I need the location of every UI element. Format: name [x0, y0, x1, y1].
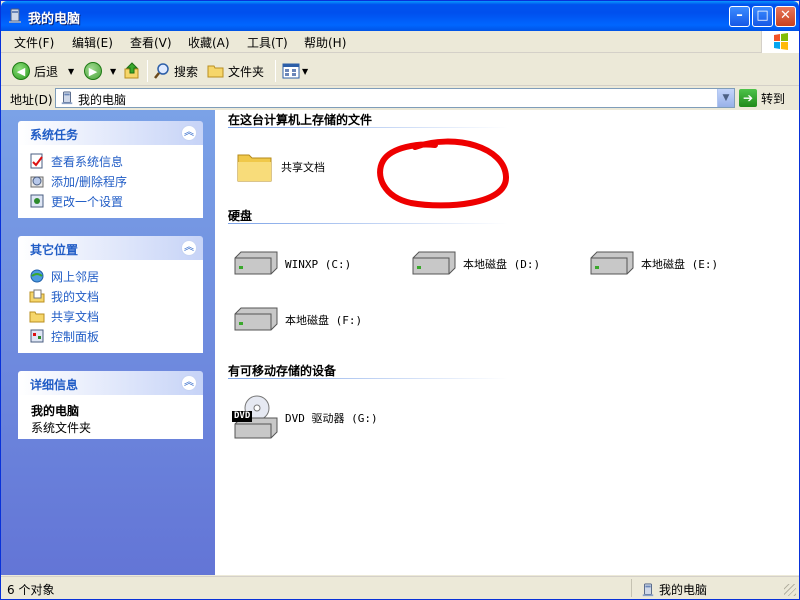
- minimize-button[interactable]: –: [729, 6, 750, 27]
- control-panel-icon: [30, 194, 44, 208]
- title-bar[interactable]: 我的电脑 – □ ✕: [1, 1, 799, 31]
- up-button[interactable]: [123, 60, 141, 82]
- system-info-icon: [30, 153, 43, 169]
- task-pane: 系统任务 ︽ 查看系统信息 添加/删除程序 更改一个设置 其它位置 ︽ 网上邻居…: [1, 110, 215, 575]
- drive-e-item[interactable]: 本地磁盘 (E:): [587, 248, 718, 280]
- network-icon: [30, 269, 44, 283]
- menu-edit[interactable]: 编辑(E): [72, 34, 113, 51]
- address-bar: 地址(D) 我的电脑 ▼ ➔ 转到: [1, 87, 799, 109]
- drive-f-item[interactable]: 本地磁盘 (F:): [231, 304, 362, 336]
- other-places-panel: 其它位置 ︽ 网上邻居 我的文档 共享文档 控制面板: [18, 236, 203, 353]
- toolbar: ◀ 后退 ▼ ▶ ▼ 搜索 文件夹 ▼: [1, 54, 799, 86]
- object-count: 6 个对象: [7, 583, 55, 597]
- panel-header[interactable]: 详细信息 ︽: [18, 371, 203, 395]
- resize-grip[interactable]: [784, 584, 796, 596]
- dvd-drive-item[interactable]: DVD DVD 驱动器 (G:): [231, 394, 378, 442]
- address-label: 地址(D): [10, 93, 53, 107]
- details-panel: 详细信息 ︽ 我的电脑 系统文件夹: [18, 371, 203, 439]
- group-header-removable: 有可移动存储的设备: [228, 364, 337, 378]
- panel-header[interactable]: 其它位置 ︽: [18, 236, 203, 260]
- folder-icon: [237, 154, 272, 182]
- menu-view[interactable]: 查看(V): [130, 34, 172, 51]
- detail-description: 系统文件夹: [31, 421, 92, 435]
- menu-favorites[interactable]: 收藏(A): [188, 34, 230, 51]
- hard-disk-icon: [412, 251, 456, 275]
- control-panel-icon: [30, 329, 44, 343]
- system-tasks-panel: 系统任务 ︽ 查看系统信息 添加/删除程序 更改一个设置: [18, 121, 203, 218]
- menu-help[interactable]: 帮助(H): [304, 34, 346, 51]
- forward-button[interactable]: ▶ ▼: [84, 60, 116, 82]
- hard-disk-icon: [590, 251, 634, 275]
- window-title: 我的电脑: [28, 12, 81, 27]
- group-header-hard-disks: 硬盘: [228, 209, 253, 223]
- back-button[interactable]: ◀ 后退 ▼: [12, 60, 74, 82]
- windows-flag-icon: [774, 33, 788, 50]
- go-button[interactable]: ➔ 转到: [739, 88, 785, 108]
- file-view: 在这台计算机上存储的文件 共享文档 硬盘 WINXP (C:) 本地磁盘 (D:…: [215, 110, 799, 575]
- documents-folder-icon: [29, 289, 45, 303]
- place-control-panel[interactable]: 控制面板: [29, 326, 192, 346]
- hard-disk-icon: [234, 307, 278, 331]
- collapse-chevron-icon[interactable]: ︽: [181, 375, 197, 391]
- folder-icon: [207, 65, 224, 78]
- folder-icon: [29, 311, 45, 323]
- dvd-drive-icon: DVD: [231, 394, 279, 442]
- search-icon: [154, 63, 169, 79]
- menu-file[interactable]: 文件(F): [14, 34, 54, 51]
- hard-disk-icon: [234, 251, 278, 275]
- place-my-documents[interactable]: 我的文档: [29, 286, 192, 306]
- collapse-chevron-icon[interactable]: ︽: [181, 240, 197, 256]
- search-button[interactable]: 搜索: [153, 60, 198, 82]
- status-bar: 6 个对象 我的电脑: [1, 576, 799, 599]
- maximize-button[interactable]: □: [752, 6, 773, 27]
- close-button[interactable]: ✕: [775, 6, 796, 27]
- back-arrow-icon: ◀: [12, 62, 30, 80]
- drive-c-item[interactable]: WINXP (C:): [231, 248, 351, 280]
- views-button[interactable]: ▼: [282, 60, 308, 82]
- detail-name: 我的电脑: [31, 404, 80, 418]
- go-arrow-icon: ➔: [739, 89, 757, 107]
- views-icon: [282, 63, 300, 79]
- computer-icon: [642, 582, 654, 596]
- views-dropdown-icon: ▼: [302, 66, 309, 76]
- windows-logo: [761, 31, 799, 53]
- task-view-system-info[interactable]: 查看系统信息: [29, 151, 192, 171]
- back-dropdown-icon[interactable]: ▼: [68, 67, 74, 76]
- explorer-window: 我的电脑 – □ ✕ 文件(F) 编辑(E) 查看(V) 收藏(A) 工具(T)…: [0, 0, 800, 600]
- dvd-badge: DVD: [232, 411, 253, 422]
- forward-arrow-icon: ▶: [84, 62, 102, 80]
- status-location: 我的电脑: [641, 581, 707, 598]
- panel-header[interactable]: 系统任务 ︽: [18, 121, 203, 145]
- add-remove-programs-icon: [30, 176, 44, 188]
- task-change-setting[interactable]: 更改一个设置: [29, 191, 192, 211]
- computer-icon: [61, 91, 73, 105]
- group-header-stored-files: 在这台计算机上存储的文件: [228, 113, 373, 127]
- shared-documents-item[interactable]: 共享文档: [235, 147, 325, 187]
- folder-up-icon: [124, 62, 139, 79]
- computer-icon: [9, 8, 21, 23]
- menu-tools[interactable]: 工具(T): [247, 34, 288, 51]
- task-add-remove-programs[interactable]: 添加/删除程序: [29, 171, 192, 191]
- address-dropdown-icon[interactable]: ▼: [717, 89, 734, 107]
- address-input[interactable]: 我的电脑 ▼: [55, 88, 735, 108]
- collapse-chevron-icon[interactable]: ︽: [181, 125, 197, 141]
- place-network[interactable]: 网上邻居: [29, 266, 192, 286]
- drive-d-item[interactable]: 本地磁盘 (D:): [409, 248, 540, 280]
- menu-bar: 文件(F) 编辑(E) 查看(V) 收藏(A) 工具(T) 帮助(H): [1, 31, 799, 53]
- place-shared-documents[interactable]: 共享文档: [29, 306, 192, 326]
- red-annotation-circle: [377, 138, 510, 209]
- forward-dropdown-icon[interactable]: ▼: [110, 67, 116, 76]
- folders-button[interactable]: 文件夹: [207, 60, 264, 82]
